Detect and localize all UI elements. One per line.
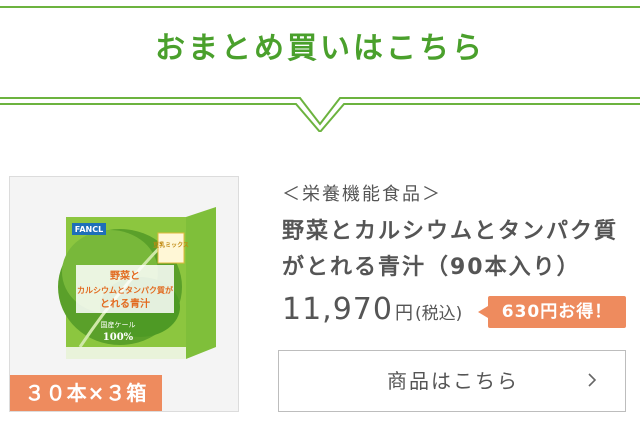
tax-note: (税込) xyxy=(414,304,463,324)
view-product-button[interactable]: 商品はこちら xyxy=(278,350,626,412)
box-text-line2: カルシウムとタンパク質が xyxy=(77,285,174,295)
product-price: 11,970 xyxy=(282,292,393,327)
box-text-line4: 国産ケール xyxy=(101,320,136,329)
price-row: 11,970 円 (税込) xyxy=(282,292,462,332)
quantity-badge: ３０本×３箱 xyxy=(10,375,162,411)
bulk-purchase-header: おまとめ買いはこちら xyxy=(0,0,640,132)
product-image[interactable]: 野菜と カルシウムとタンパク質が とれる青汁 国産ケール 100% FANCL … xyxy=(9,176,239,412)
brand-logo: FANCL xyxy=(75,225,103,234)
chevron-right-icon xyxy=(588,373,597,387)
box-tag: 豆乳ミックス xyxy=(153,241,189,249)
price-unit: 円 xyxy=(394,303,413,324)
header-title: おまとめ買いはこちら xyxy=(155,31,485,66)
box-text-line3: とれる青汁 xyxy=(100,297,150,310)
product-category: ＜栄養機能食品＞ xyxy=(282,184,442,205)
discount-badge: 630円お得！ xyxy=(478,296,626,328)
box-text-line1: 野菜と xyxy=(110,269,140,282)
product-title[interactable]: 野菜とカルシウムとタンパク質がとれる青汁（90本入り） xyxy=(282,214,622,286)
box-text-line5: 100% xyxy=(103,332,134,343)
view-product-label: 商品はこちら xyxy=(387,369,519,393)
